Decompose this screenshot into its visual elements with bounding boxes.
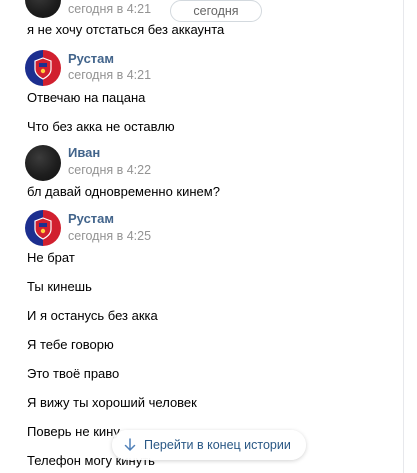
chat-history: сегодня в 4:21 сегодня я не хочу отстать…: [0, 0, 417, 473]
message-text: Отвечаю на пацана: [27, 90, 146, 105]
message-text: Я вижу ты хороший человек: [27, 395, 197, 410]
message-time[interactable]: сегодня в 4:22: [68, 163, 151, 177]
message-time[interactable]: сегодня в 4:25: [68, 229, 151, 243]
avatar-rustam[interactable]: [25, 50, 61, 86]
message-text: Я тебе говорю: [27, 337, 114, 352]
message-text: я не хочу отстаться без аккаунта: [27, 22, 225, 37]
message-time[interactable]: сегодня в 4:21: [68, 2, 151, 16]
jump-to-end-button[interactable]: Перейти в конец истории: [112, 430, 306, 460]
avatar-ivan[interactable]: [25, 145, 61, 181]
message-text: И я останусь без акка: [27, 308, 158, 323]
message-text: Поверь не кину: [27, 424, 120, 439]
date-divider-pill: сегодня: [170, 0, 262, 22]
message-text: бл давай одновременно кинем?: [27, 184, 220, 199]
chat-panel-border: [403, 0, 404, 473]
message-author[interactable]: Рустам: [68, 211, 114, 226]
message-text: Это твоё право: [27, 366, 120, 381]
message-text: Что без акка не оставлю: [27, 119, 175, 134]
cska-logo-icon: [34, 217, 52, 240]
message-time[interactable]: сегодня в 4:21: [68, 68, 151, 82]
message-text: Ты кинешь: [27, 279, 92, 294]
jump-to-end-label: Перейти в конец истории: [144, 438, 291, 452]
arrow-down-icon: [124, 438, 136, 451]
cska-logo-icon: [34, 57, 52, 80]
avatar-rustam[interactable]: [25, 210, 61, 246]
avatar-ivan[interactable]: [25, 0, 61, 18]
message-author[interactable]: Рустам: [68, 51, 114, 66]
message-text: Не брат: [27, 250, 75, 265]
message-author[interactable]: Иван: [68, 145, 100, 160]
